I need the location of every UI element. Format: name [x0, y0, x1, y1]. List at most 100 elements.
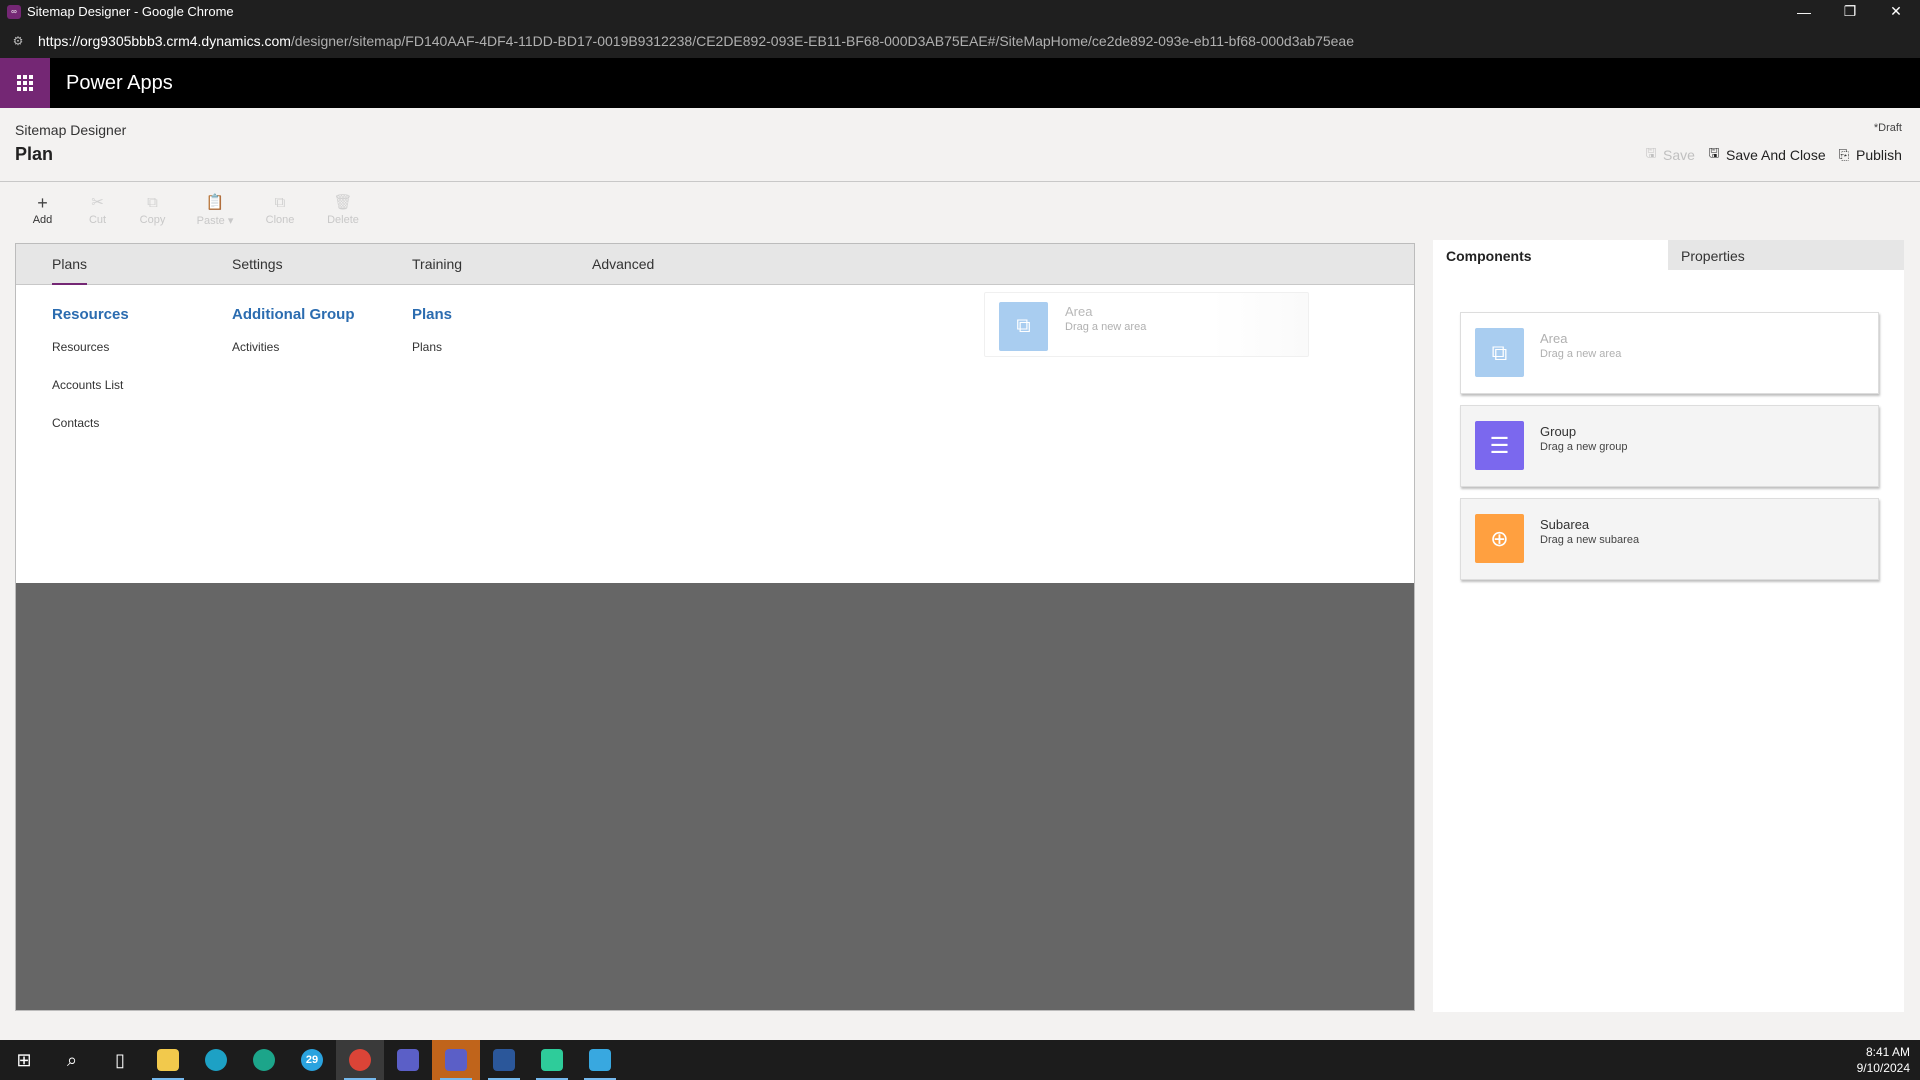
component-desc: Drag a new area — [1540, 348, 1622, 360]
group-title[interactable]: Additional Group — [232, 306, 354, 324]
component-subarea[interactable]: ⊕ Subarea Drag a new subarea — [1460, 498, 1879, 580]
save-icon: 🖫 — [1645, 145, 1657, 160]
group-additional: Additional Group Activities — [232, 306, 354, 378]
save-button[interactable]: 🖫 Save — [1643, 144, 1695, 166]
designer-subtitle: Sitemap Designer — [15, 122, 127, 138]
window-title: Sitemap Designer - Google Chrome — [27, 4, 234, 19]
area-tab-advanced[interactable]: Advanced — [592, 256, 654, 285]
file-explorer-icon[interactable] — [144, 1040, 192, 1080]
drag-area-placeholder[interactable]: ⧉ Area Drag a new area — [984, 292, 1309, 357]
clone-label: Clone — [265, 214, 295, 226]
area-tab-plans[interactable]: Plans — [52, 256, 88, 285]
address-bar[interactable]: ⚙ https://org9305bbb3.crm4.dynamics.com /… — [0, 23, 1920, 58]
save-and-close-label: Save And Close — [1726, 147, 1826, 163]
component-desc: Drag a new subarea — [1540, 534, 1640, 546]
delete-button[interactable]: 🗑 Delete — [310, 192, 376, 234]
publish-label: Publish — [1856, 147, 1902, 163]
power-apps-favicon-icon: ∞ — [7, 4, 21, 19]
paste-icon: 📋 — [205, 194, 225, 211]
subarea-item[interactable]: Accounts List — [52, 378, 129, 416]
cut-label: Cut — [88, 214, 107, 226]
clone-button[interactable]: ⧉ Clone — [250, 192, 310, 234]
teams-icon[interactable] — [384, 1040, 432, 1080]
component-group[interactable]: ☰ Group Drag a new group — [1460, 405, 1879, 487]
area-cards-icon: ⧉ — [999, 302, 1048, 351]
copy-button[interactable]: ⧉ Copy — [125, 192, 180, 234]
group-plans: Plans Plans — [412, 306, 452, 378]
group-resources: Resources Resources Accounts List Contac… — [52, 306, 129, 454]
sitemap-area-panel: Plans Settings Training Advanced Resourc… — [16, 244, 1414, 583]
edge-icon[interactable] — [192, 1040, 240, 1080]
scissors-icon: ✂ — [91, 194, 104, 211]
area-cards-icon: ⧉ — [1475, 328, 1524, 377]
telegram-icon[interactable]: 29 — [288, 1040, 336, 1080]
minimize-icon[interactable]: — — [1781, 0, 1827, 23]
area-tab-training[interactable]: Training — [412, 256, 462, 285]
task-view-icon[interactable]: ▯ — [96, 1040, 144, 1080]
word-icon[interactable] — [480, 1040, 528, 1080]
save-and-close-button[interactable]: 🖫 Save And Close — [1706, 144, 1826, 166]
ghost-area-desc: Drag a new area — [1065, 321, 1147, 333]
page-title: Plan — [15, 144, 54, 164]
system-clock[interactable]: 8:41 AM 9/10/2024 — [1857, 1044, 1910, 1076]
component-name: Group — [1540, 424, 1577, 439]
cut-button[interactable]: ✂ Cut — [70, 192, 125, 234]
panel-tabs: Components Properties — [1433, 240, 1904, 270]
group-title[interactable]: Resources — [52, 306, 129, 324]
clock-date: 9/10/2024 — [1856, 1061, 1910, 1075]
app-launcher-waffle-icon[interactable] — [0, 58, 50, 108]
chevron-down-icon[interactable]: ▾ — [228, 215, 234, 227]
area-tab-settings[interactable]: Settings — [232, 256, 283, 285]
copy-label: Copy — [139, 214, 166, 226]
tab-components[interactable]: Components — [1433, 240, 1668, 270]
clone-icon: ⧉ — [274, 194, 286, 211]
subarea-item[interactable]: Contacts — [52, 416, 129, 454]
add-label: Add — [32, 214, 53, 226]
subarea-item[interactable]: Activities — [232, 340, 354, 378]
list-icon: ☰ — [1475, 421, 1524, 470]
url-path: /designer/sitemap/FD140AAF-4DF4-11DD-BD1… — [290, 32, 1355, 49]
add-button[interactable]: + Add — [15, 192, 70, 234]
save-and-close-icon: 🖫 — [1708, 145, 1720, 160]
component-name: Subarea — [1540, 517, 1590, 532]
restore-icon[interactable]: ❐ — [1827, 0, 1873, 23]
globe-icon: ⊕ — [1475, 514, 1524, 563]
close-window-icon[interactable]: ✕ — [1873, 0, 1919, 23]
browser-titlebar: ∞ Sitemap Designer - Google Chrome — ❐ ✕ — [0, 0, 1920, 23]
component-name: Area — [1540, 331, 1568, 346]
vpn-shield-icon[interactable] — [528, 1040, 576, 1080]
search-icon[interactable]: ⌕ — [48, 1040, 96, 1080]
paste-label-wrap: Paste ▾ — [197, 214, 234, 227]
subarea-item[interactable]: Plans — [412, 340, 452, 378]
copy-icon: ⧉ — [147, 194, 158, 211]
telegram-badge: 29 — [301, 1049, 323, 1071]
subarea-item[interactable]: Resources — [52, 340, 129, 378]
page-header: Sitemap Designer Plan *Draft 🖫 Save 🖫 Sa… — [0, 108, 1920, 182]
sitemap-canvas: Plans Settings Training Advanced Resourc… — [15, 243, 1415, 1011]
paste-button[interactable]: 📋 Paste ▾ — [180, 192, 250, 234]
site-info-icon[interactable]: ⚙ — [10, 33, 26, 49]
app-header: Power Apps — [0, 58, 1920, 108]
url-host: https://org9305bbb3.crm4.dynamics.com — [38, 32, 291, 49]
draft-status: *Draft — [1873, 122, 1902, 134]
chrome-icon[interactable] — [336, 1040, 384, 1080]
area-tabs: Plans Settings Training Advanced — [16, 244, 1414, 285]
plus-icon: + — [37, 193, 48, 213]
trash-icon: 🗑 — [333, 194, 353, 211]
tab-properties[interactable]: Properties — [1668, 240, 1904, 270]
teams-classic-icon[interactable] — [432, 1040, 480, 1080]
windows-taskbar: ⊞ ⌕ ▯ 29 8:41 AM 9/10/2024 — [0, 1040, 1920, 1080]
ghost-area-name: Area — [1065, 304, 1093, 319]
paste-label: Paste — [196, 215, 225, 227]
save-label: Save — [1663, 147, 1695, 163]
publish-button[interactable]: ⎘ Publish — [1836, 144, 1902, 166]
clock-time: 8:41 AM — [1865, 1045, 1910, 1059]
group-title[interactable]: Plans — [412, 306, 452, 324]
component-area[interactable]: ⧉ Area Drag a new area — [1460, 312, 1879, 394]
remote-desktop-icon[interactable] — [576, 1040, 624, 1080]
delete-label: Delete — [327, 214, 359, 226]
command-toolbar: + Add ✂ Cut ⧉ Copy 📋 Paste ▾ ⧉ Clone 🗑 D… — [15, 192, 376, 234]
components-panel: Components Properties ⧉ Area Drag a new … — [1433, 240, 1904, 1012]
windows-start-icon[interactable]: ⊞ — [0, 1040, 48, 1080]
edge-beta-icon[interactable] — [240, 1040, 288, 1080]
